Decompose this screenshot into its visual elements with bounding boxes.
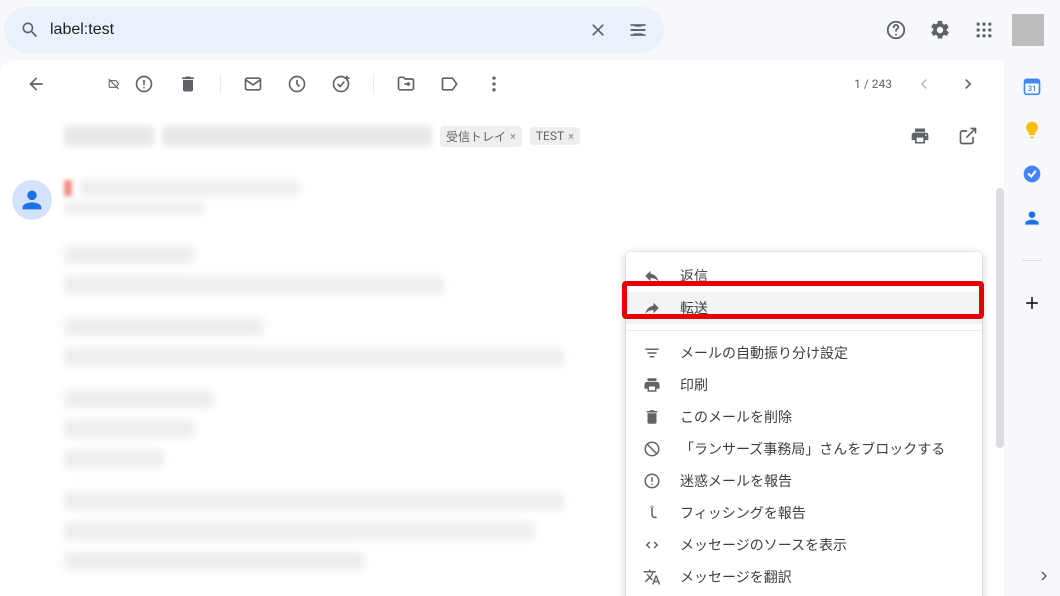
calendar-icon[interactable]: 31 (1022, 76, 1042, 96)
top-right-controls (876, 10, 1052, 50)
menu-reply[interactable]: 返信 (626, 260, 982, 292)
search-box (4, 7, 664, 53)
search-input[interactable] (50, 21, 578, 39)
translate-icon (642, 567, 662, 587)
block-icon (642, 439, 662, 459)
panel-toggle-icon[interactable] (1032, 564, 1056, 588)
remove-label-icon[interactable]: × (568, 130, 574, 143)
settings-icon[interactable] (920, 10, 960, 50)
spam-icon[interactable] (124, 64, 164, 104)
side-panel: 31 (1004, 60, 1060, 596)
filter-icon (642, 343, 662, 363)
menu-phishing[interactable]: フィッシングを報告 (626, 497, 982, 529)
search-icon[interactable] (10, 10, 50, 50)
apps-icon[interactable] (964, 10, 1004, 50)
remove-label-icon[interactable]: × (510, 130, 516, 143)
prev-icon[interactable] (904, 64, 944, 104)
forward-icon (642, 298, 662, 318)
account-avatar[interactable] (1012, 14, 1044, 46)
next-icon[interactable] (948, 64, 988, 104)
reply-icon (642, 266, 662, 286)
menu-translate[interactable]: メッセージを翻訳 (626, 561, 982, 593)
keep-icon[interactable] (1022, 120, 1042, 140)
menu-label: 返信 (680, 266, 708, 286)
sender-row (0, 164, 1004, 226)
report-spam-icon (642, 471, 662, 491)
open-new-icon[interactable] (948, 116, 988, 156)
search-options-icon[interactable] (618, 10, 658, 50)
labels-icon[interactable] (430, 64, 470, 104)
print-icon[interactable] (900, 116, 940, 156)
menu-label: 迷惑メールを報告 (680, 471, 792, 491)
menu-print[interactable]: 印刷 (626, 369, 982, 401)
menu-spam[interactable]: 迷惑メールを報告 (626, 465, 982, 497)
menu-label: 「ランサーズ事務局」さんをブロックする (680, 439, 945, 459)
menu-block[interactable]: 「ランサーズ事務局」さんをブロックする (626, 433, 982, 465)
phishing-icon (642, 503, 662, 523)
menu-label: 転送 (680, 298, 708, 318)
menu-label: メッセージを翻訳 (680, 567, 792, 587)
subject-blur-2 (162, 126, 432, 146)
code-icon (642, 535, 662, 555)
message-toolbar: 1 / 243 (0, 60, 1004, 108)
print-icon (642, 375, 662, 395)
mark-unread-icon[interactable] (233, 64, 273, 104)
subject-blur-1 (64, 126, 154, 146)
menu-label: メッセージのソースを表示 (680, 535, 847, 555)
add-task-icon[interactable] (321, 64, 361, 104)
back-icon[interactable] (16, 64, 56, 104)
menu-source[interactable]: メッセージのソースを表示 (626, 529, 982, 561)
menu-forward[interactable]: 転送 (626, 292, 982, 324)
archive-icon[interactable] (80, 64, 120, 104)
menu-filter[interactable]: メールの自動振り分け設定 (626, 337, 982, 369)
label-inbox[interactable]: 受信トレイ× (440, 126, 522, 147)
menu-label: 印刷 (680, 375, 708, 395)
menu-delete[interactable]: このメールを削除 (626, 401, 982, 433)
trash-icon (642, 407, 662, 427)
add-on-icon[interactable] (1022, 293, 1042, 313)
main-area: 1 / 243 受信トレイ× TEST× (0, 60, 1060, 596)
tasks-icon[interactable] (1022, 164, 1042, 184)
svg-text:31: 31 (1028, 84, 1037, 93)
menu-label: フィッシングを報告 (680, 503, 806, 523)
clear-search-icon[interactable] (578, 10, 618, 50)
label-test[interactable]: TEST× (530, 127, 580, 145)
pagination-text: 1 / 243 (854, 77, 892, 91)
message-context-menu: 返信 転送 メールの自動振り分け設定 印刷 このメールを削除 「ランサーズ事 (626, 252, 982, 596)
snooze-icon[interactable] (277, 64, 317, 104)
contacts-icon[interactable] (1022, 208, 1042, 228)
more-icon[interactable] (474, 64, 514, 104)
menu-label: このメールを削除 (680, 407, 792, 427)
subject-row: 受信トレイ× TEST× (0, 108, 1004, 164)
delete-icon[interactable] (168, 64, 208, 104)
menu-label: メールの自動振り分け設定 (680, 343, 848, 363)
help-icon[interactable] (876, 10, 916, 50)
scrollbar[interactable] (996, 188, 1004, 448)
message-content: 1 / 243 受信トレイ× TEST× (0, 60, 1004, 596)
top-bar (0, 0, 1060, 60)
sender-avatar[interactable] (12, 180, 52, 220)
move-icon[interactable] (386, 64, 426, 104)
